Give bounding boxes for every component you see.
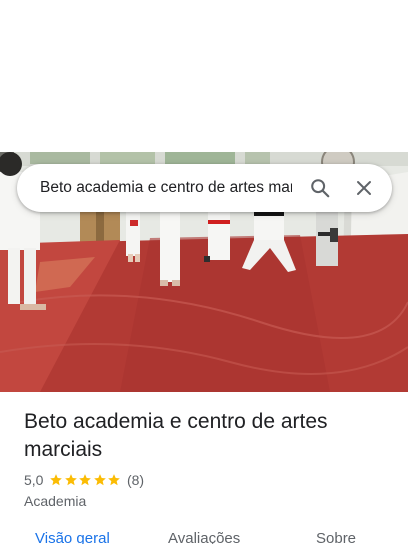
close-icon (357, 181, 371, 195)
place-title: Beto academia e centro de artes marciais (24, 410, 328, 461)
search-icon (311, 179, 330, 198)
tab-reviews[interactable]: Avaliações (168, 530, 240, 544)
tab-overview[interactable]: Visão geral (35, 530, 110, 544)
search-bar[interactable]: Beto academia e centro de artes marciais (17, 164, 392, 212)
star-rating (49, 473, 122, 487)
star-icon (108, 474, 121, 486)
rating-score: 5,0 (24, 472, 44, 488)
place-category[interactable]: Academia (24, 493, 86, 509)
place-tabs: Visão geral Avaliações Sobre (0, 530, 408, 544)
star-icon (65, 474, 77, 486)
place-page: Beto academia e centro de artes marciais… (0, 0, 408, 544)
rating-row[interactable]: 5,0 (8) (24, 472, 144, 488)
search-input[interactable]: Beto academia e centro de artes marciais (17, 179, 292, 197)
star-icon (94, 474, 106, 486)
review-count[interactable]: (8) (127, 472, 144, 488)
search-button[interactable] (298, 164, 342, 212)
clear-search-button[interactable] (342, 164, 386, 212)
star-icon (79, 474, 92, 486)
star-icon (50, 474, 63, 486)
tab-about[interactable]: Sobre (316, 530, 356, 544)
